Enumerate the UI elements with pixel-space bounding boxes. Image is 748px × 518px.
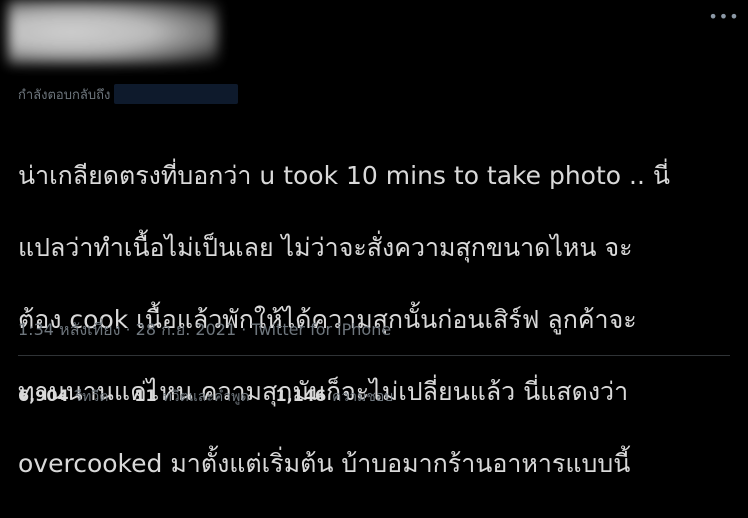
tweet-timestamp[interactable]: 1:34 หลังเที่ยง · 28 ก.ย. 2021 · Twitter… bbox=[18, 318, 391, 343]
tweet-stats: 6,904 รีทวีต 11 ทวีตและคำพูด 1,146 ความชอบ bbox=[18, 386, 419, 408]
quote-tweets-stat[interactable]: 11 ทวีตและคำพูด bbox=[134, 386, 249, 408]
replying-to-mention-redacted[interactable] bbox=[114, 84, 239, 104]
replying-to-label: กำลังตอบกลับถึง bbox=[18, 87, 111, 103]
likes-stat[interactable]: 1,146 ความชอบ bbox=[275, 386, 393, 408]
likes-label: ความชอบ bbox=[332, 389, 394, 405]
retweets-label: รีทวีต bbox=[74, 389, 109, 405]
retweets-stat[interactable]: 6,904 รีทวีต bbox=[18, 386, 108, 408]
ellipsis-icon: ••• bbox=[708, 6, 740, 26]
replying-to: กำลังตอบกลับถึง bbox=[18, 84, 239, 104]
tweet-text-line: overcooked มาตั้งแต่เริ่มต้น บ้าบอมากร้า… bbox=[18, 449, 631, 478]
quote-tweets-count: 11 bbox=[134, 386, 157, 405]
likes-count: 1,146 bbox=[275, 386, 327, 405]
quote-tweets-label: ทวีตและคำพูด bbox=[162, 389, 250, 405]
retweets-count: 6,904 bbox=[18, 386, 69, 405]
tweet-text-line: น่าเกลียดตรงที่บอกว่า u took 10 mins to … bbox=[18, 161, 670, 190]
tweet-header: ••• bbox=[0, 0, 748, 78]
more-options-button[interactable]: ••• bbox=[708, 7, 738, 26]
divider bbox=[18, 355, 730, 356]
tweet-text-line: แปลว่าทำเนื้อไม่เป็นเลย ไม่ว่าจะสั่งความ… bbox=[18, 233, 633, 262]
blurred-author-info[interactable] bbox=[8, 0, 218, 64]
